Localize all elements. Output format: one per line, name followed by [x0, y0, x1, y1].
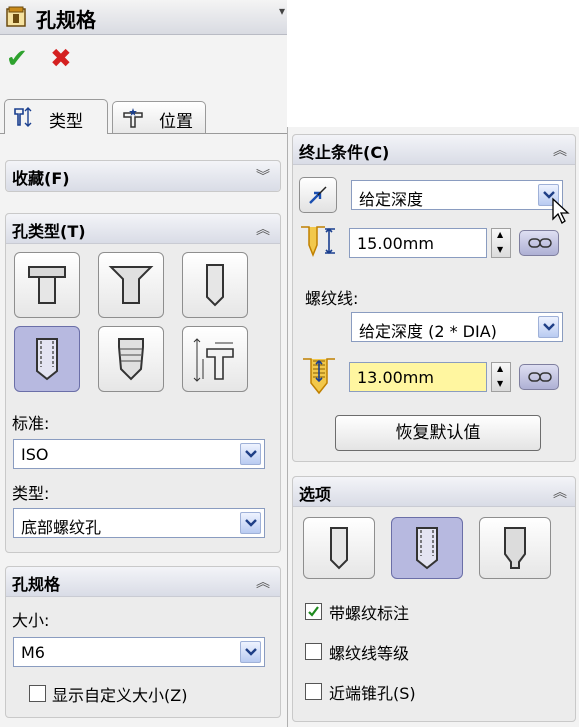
simple-hole-button[interactable] [182, 252, 248, 318]
size-value: M6 [21, 643, 45, 662]
expand-icon[interactable]: ︾ [256, 166, 270, 186]
hole-depth-spinner[interactable]: ▲ ▼ [491, 228, 511, 258]
tab-type-label: 类型 [49, 112, 83, 132]
thread-annotation-label: 带螺纹标注 [329, 604, 410, 623]
standard-value: ISO [21, 445, 49, 464]
tab-position-label: 位置 [159, 112, 193, 132]
hole-type-title: 孔类型(T) [12, 222, 86, 241]
type-select[interactable]: 底部螺纹孔 [13, 508, 265, 538]
countersink-icon [108, 266, 154, 304]
chevron-down-icon[interactable] [240, 443, 261, 465]
countersink-button[interactable] [98, 252, 164, 318]
hole-depth-icon [301, 226, 335, 258]
property-manager-panel: 孔规格 ▾ ✔ ✖ 类型 位置 收藏(F) ︾ 孔类型(T) ︽ 标准: ISO… [0, 0, 287, 727]
end-condition-panel: 终止条件(C) ︽ 给定深度 15.00mm ▲ ▼ 螺纹线: 给定深度 (2 … [287, 127, 579, 727]
hole-spec-group: 孔规格 ︽ 大小: M6 显示自定义大小(Z) [5, 566, 281, 718]
standard-select[interactable]: ISO [13, 439, 265, 469]
end-condition-select[interactable]: 给定深度 [351, 180, 563, 210]
legacy-hole-icon [193, 338, 234, 382]
size-select[interactable]: M6 [13, 637, 265, 667]
near-countersink-checkbox[interactable] [305, 683, 322, 700]
link-value-button[interactable] [519, 364, 559, 390]
hole-spec-title: 孔规格 [12, 575, 61, 594]
end-condition-title: 终止条件(C) [299, 143, 390, 162]
pipe-tap-icon [118, 338, 144, 381]
end-condition-value: 给定深度 [359, 190, 424, 209]
thread-depth-icon [303, 358, 335, 395]
options-header[interactable]: 选项 ︽ [293, 477, 575, 507]
chevron-down-icon[interactable] [240, 512, 261, 534]
cosmetic-thread-button[interactable] [391, 517, 463, 579]
collapse-icon[interactable]: ︽ [553, 482, 567, 502]
counterbore-icon [28, 266, 66, 304]
ok-button[interactable]: ✔ [6, 46, 28, 72]
favorites-group: 收藏(F) ︾ [5, 160, 281, 192]
collapse-icon[interactable]: ︽ [553, 140, 567, 160]
thread-condition-select[interactable]: 给定深度 (2 * DIA) [351, 312, 563, 342]
custom-size-label: 显示自定义大小(Z) [52, 686, 188, 705]
spin-up-icon[interactable]: ▲ [497, 230, 503, 239]
collapse-icon[interactable]: ︽ [256, 219, 270, 239]
pipe-tap-button[interactable] [98, 326, 164, 392]
tap-drill-icon [330, 527, 348, 570]
cursor-icon [552, 197, 570, 224]
hole-type-group: 孔类型(T) ︽ 标准: ISO 类型: 底部螺纹孔 [5, 213, 281, 553]
simple-hole-icon [206, 264, 224, 307]
link-icon [528, 238, 552, 248]
legacy-hole-button[interactable] [182, 326, 248, 392]
hole-spec-header[interactable]: 孔规格 ︽ [6, 567, 280, 597]
tab-type[interactable]: 类型 [4, 99, 108, 134]
remove-thread-icon [504, 527, 526, 569]
pin-icon[interactable]: ▾ [279, 4, 285, 18]
hole-type-icon [14, 107, 32, 127]
reverse-direction-icon [309, 186, 327, 204]
favorites-header[interactable]: 收藏(F) ︾ [6, 161, 280, 191]
cancel-button[interactable]: ✖ [50, 46, 72, 72]
title-bar: 孔规格 ▾ [0, 0, 287, 35]
tapped-hole-button[interactable] [14, 326, 80, 392]
size-label: 大小: [12, 611, 50, 630]
thread-label: 螺纹线: [305, 289, 359, 308]
hole-depth-input[interactable]: 15.00mm [349, 228, 487, 258]
hole-depth-value: 15.00mm [357, 234, 434, 253]
thread-depth-spinner[interactable]: ▲ ▼ [491, 362, 511, 392]
position-icon [123, 108, 143, 128]
collapse-icon[interactable]: ︽ [256, 572, 270, 592]
type-label: 类型: [12, 484, 50, 503]
spin-down-icon[interactable]: ▼ [497, 379, 503, 388]
thread-depth-input[interactable]: 13.00mm [349, 362, 487, 392]
hole-type-header[interactable]: 孔类型(T) ︽ [6, 214, 280, 244]
checkmark-icon [308, 606, 319, 617]
end-condition-group: 终止条件(C) ︽ 给定深度 15.00mm ▲ ▼ 螺纹线: 给定深度 (2 … [292, 134, 576, 462]
link-icon [528, 372, 552, 382]
favorites-title: 收藏(F) [12, 169, 70, 188]
custom-size-checkbox[interactable] [29, 685, 46, 702]
spin-up-icon[interactable]: ▲ [497, 364, 503, 373]
thread-depth-value: 13.00mm [357, 368, 434, 387]
restore-defaults-button[interactable]: 恢复默认值 [335, 415, 541, 451]
thread-condition-value: 给定深度 (2 * DIA) [359, 322, 497, 341]
spin-down-icon[interactable]: ▼ [497, 245, 503, 254]
standard-label: 标准: [12, 414, 50, 433]
tab-position[interactable]: 位置 [112, 101, 206, 133]
reverse-direction-button[interactable] [299, 177, 337, 213]
type-value: 底部螺纹孔 [21, 518, 102, 537]
chevron-down-icon[interactable] [538, 316, 559, 338]
options-title: 选项 [299, 485, 332, 504]
tapped-hole-icon [36, 338, 58, 381]
tap-drill-button[interactable] [303, 517, 375, 579]
link-value-button[interactable] [519, 230, 559, 256]
thread-class-checkbox[interactable] [305, 643, 322, 660]
near-countersink-label: 近端锥孔(S) [329, 684, 416, 703]
remove-thread-button[interactable] [479, 517, 551, 579]
hole-wizard-icon [6, 6, 26, 27]
options-group: 选项 ︽ 带螺纹标注 螺纹线等级 近端锥孔(S) [292, 476, 576, 722]
panel-title: 孔规格 [36, 8, 96, 32]
counterbore-button[interactable] [14, 252, 80, 318]
thread-class-label: 螺纹线等级 [329, 644, 410, 663]
cosmetic-thread-icon [416, 527, 438, 570]
thread-annotation-checkbox[interactable] [305, 603, 322, 620]
chevron-down-icon[interactable] [240, 641, 261, 663]
end-condition-header[interactable]: 终止条件(C) ︽ [293, 135, 575, 165]
